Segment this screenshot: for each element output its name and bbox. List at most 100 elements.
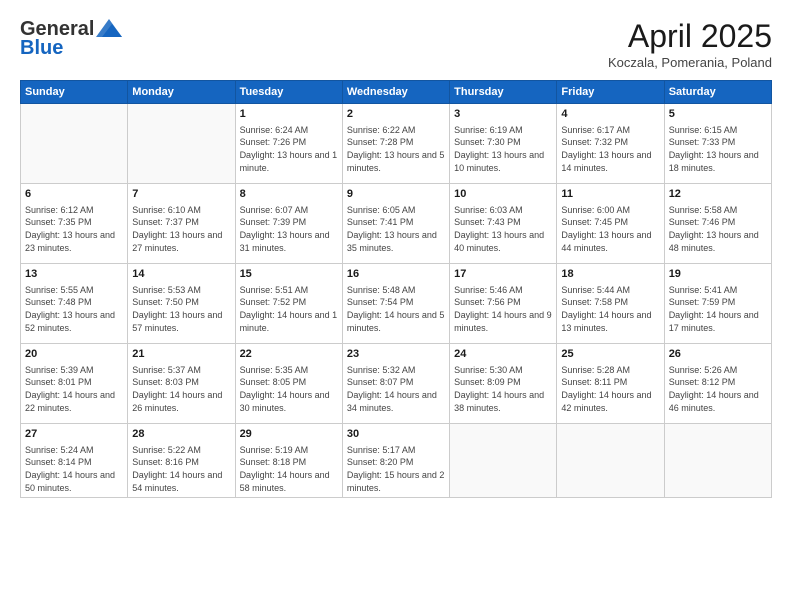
- table-row: 18 Sunrise: 5:44 AM Sunset: 7:58 PM Dayli…: [557, 264, 664, 344]
- day-number: 30: [347, 427, 445, 442]
- calendar-week-row: 6 Sunrise: 6:12 AM Sunset: 7:35 PM Daylig…: [21, 184, 772, 264]
- table-row: 16 Sunrise: 5:48 AM Sunset: 7:54 PM Dayli…: [342, 264, 449, 344]
- day-number: 26: [669, 347, 767, 362]
- table-row: 2Sunrise: 6:22 AM Sunset: 7:28 PM Daylig…: [342, 104, 449, 184]
- day-info: Sunrise: 5:17 AM Sunset: 8:20 PM Dayligh…: [347, 444, 445, 494]
- day-info: Sunrise: 5:26 AM Sunset: 8:12 PM Dayligh…: [669, 364, 767, 414]
- day-number: 20: [25, 347, 123, 362]
- table-row: 20 Sunrise: 5:39 AM Sunset: 8:01 PM Dayli…: [21, 344, 128, 424]
- table-row: 9 Sunrise: 6:05 AM Sunset: 7:41 PM Daylig…: [342, 184, 449, 264]
- table-row: 22Sunrise: 5:35 AM Sunset: 8:05 PM Dayli…: [235, 344, 342, 424]
- day-number: 15: [240, 267, 338, 282]
- day-number: 1: [240, 107, 338, 122]
- day-info: Sunrise: 5:24 AM Sunset: 8:14 PM Dayligh…: [25, 444, 123, 494]
- calendar-week-row: 13 Sunrise: 5:55 AM Sunset: 7:48 PM Dayli…: [21, 264, 772, 344]
- table-row: [21, 104, 128, 184]
- month-title: April 2025: [608, 18, 772, 55]
- day-info: Sunrise: 5:37 AM Sunset: 8:03 PM Dayligh…: [132, 364, 230, 414]
- day-number: 29: [240, 427, 338, 442]
- table-row: 30 Sunrise: 5:17 AM Sunset: 8:20 PM Dayli…: [342, 424, 449, 498]
- table-row: 23 Sunrise: 5:32 AM Sunset: 8:07 PM Dayli…: [342, 344, 449, 424]
- day-info: Sunrise: 5:48 AM Sunset: 7:54 PM Dayligh…: [347, 284, 445, 334]
- day-info: Sunrise: 5:39 AM Sunset: 8:01 PM Dayligh…: [25, 364, 123, 414]
- table-row: 24Sunrise: 5:30 AM Sunset: 8:09 PM Dayli…: [450, 344, 557, 424]
- day-number: 27: [25, 427, 123, 442]
- table-row: 12Sunrise: 5:58 AM Sunset: 7:46 PM Dayli…: [664, 184, 771, 264]
- day-info: Sunrise: 5:55 AM Sunset: 7:48 PM Dayligh…: [25, 284, 123, 334]
- day-number: 23: [347, 347, 445, 362]
- day-number: 25: [561, 347, 659, 362]
- table-row: 27 Sunrise: 5:24 AM Sunset: 8:14 PM Dayli…: [21, 424, 128, 498]
- day-number: 3: [454, 107, 552, 122]
- day-info: Sunrise: 5:19 AM Sunset: 8:18 PM Dayligh…: [240, 444, 338, 494]
- day-info: Sunrise: 6:19 AM Sunset: 7:30 PM Dayligh…: [454, 124, 552, 174]
- table-row: 26 Sunrise: 5:26 AM Sunset: 8:12 PM Dayli…: [664, 344, 771, 424]
- table-row: 28Sunrise: 5:22 AM Sunset: 8:16 PM Dayli…: [128, 424, 235, 498]
- table-row: 7 Sunrise: 6:10 AM Sunset: 7:37 PM Daylig…: [128, 184, 235, 264]
- day-number: 13: [25, 267, 123, 282]
- day-info: Sunrise: 6:15 AM Sunset: 7:33 PM Dayligh…: [669, 124, 767, 174]
- table-row: 5 Sunrise: 6:15 AM Sunset: 7:33 PM Daylig…: [664, 104, 771, 184]
- table-row: 11Sunrise: 6:00 AM Sunset: 7:45 PM Dayli…: [557, 184, 664, 264]
- header-saturday: Saturday: [664, 81, 771, 104]
- day-number: 8: [240, 187, 338, 202]
- day-number: 17: [454, 267, 552, 282]
- day-number: 21: [132, 347, 230, 362]
- day-info: Sunrise: 6:10 AM Sunset: 7:37 PM Dayligh…: [132, 204, 230, 254]
- header-thursday: Thursday: [450, 81, 557, 104]
- table-row: 10Sunrise: 6:03 AM Sunset: 7:43 PM Dayli…: [450, 184, 557, 264]
- table-row: 13 Sunrise: 5:55 AM Sunset: 7:48 PM Dayli…: [21, 264, 128, 344]
- table-row: [557, 424, 664, 498]
- day-number: 12: [669, 187, 767, 202]
- day-number: 19: [669, 267, 767, 282]
- table-row: 17Sunrise: 5:46 AM Sunset: 7:56 PM Dayli…: [450, 264, 557, 344]
- day-number: 7: [132, 187, 230, 202]
- day-info: Sunrise: 5:53 AM Sunset: 7:50 PM Dayligh…: [132, 284, 230, 334]
- header-monday: Monday: [128, 81, 235, 104]
- table-row: [128, 104, 235, 184]
- table-row: [450, 424, 557, 498]
- location: Koczala, Pomerania, Poland: [608, 55, 772, 70]
- day-number: 10: [454, 187, 552, 202]
- day-info: Sunrise: 5:44 AM Sunset: 7:58 PM Dayligh…: [561, 284, 659, 334]
- day-info: Sunrise: 5:51 AM Sunset: 7:52 PM Dayligh…: [240, 284, 338, 334]
- table-row: 3 Sunrise: 6:19 AM Sunset: 7:30 PM Daylig…: [450, 104, 557, 184]
- calendar-week-row: 1 Sunrise: 6:24 AM Sunset: 7:26 PM Daylig…: [21, 104, 772, 184]
- day-info: Sunrise: 6:00 AM Sunset: 7:45 PM Dayligh…: [561, 204, 659, 254]
- day-info: Sunrise: 6:22 AM Sunset: 7:28 PM Dayligh…: [347, 124, 445, 174]
- day-number: 16: [347, 267, 445, 282]
- day-info: Sunrise: 5:32 AM Sunset: 8:07 PM Dayligh…: [347, 364, 445, 414]
- table-row: 25 Sunrise: 5:28 AM Sunset: 8:11 PM Dayli…: [557, 344, 664, 424]
- day-number: 22: [240, 347, 338, 362]
- calendar-table: Sunday Monday Tuesday Wednesday Thursday…: [20, 80, 772, 498]
- calendar-week-row: 20 Sunrise: 5:39 AM Sunset: 8:01 PM Dayli…: [21, 344, 772, 424]
- day-number: 4: [561, 107, 659, 122]
- table-row: 14 Sunrise: 5:53 AM Sunset: 7:50 PM Dayli…: [128, 264, 235, 344]
- day-number: 18: [561, 267, 659, 282]
- header-wednesday: Wednesday: [342, 81, 449, 104]
- table-row: 1 Sunrise: 6:24 AM Sunset: 7:26 PM Daylig…: [235, 104, 342, 184]
- day-number: 6: [25, 187, 123, 202]
- day-info: Sunrise: 6:17 AM Sunset: 7:32 PM Dayligh…: [561, 124, 659, 174]
- calendar-header-row: Sunday Monday Tuesday Wednesday Thursday…: [21, 81, 772, 104]
- day-info: Sunrise: 5:28 AM Sunset: 8:11 PM Dayligh…: [561, 364, 659, 414]
- calendar-week-row: 27 Sunrise: 5:24 AM Sunset: 8:14 PM Dayli…: [21, 424, 772, 498]
- table-row: [664, 424, 771, 498]
- day-number: 14: [132, 267, 230, 282]
- day-number: 5: [669, 107, 767, 122]
- table-row: 6 Sunrise: 6:12 AM Sunset: 7:35 PM Daylig…: [21, 184, 128, 264]
- page-header: General Blue April 2025 Koczala, Pomeran…: [20, 18, 772, 70]
- table-row: 8 Sunrise: 6:07 AM Sunset: 7:39 PM Daylig…: [235, 184, 342, 264]
- table-row: 29 Sunrise: 5:19 AM Sunset: 8:18 PM Dayli…: [235, 424, 342, 498]
- day-info: Sunrise: 6:05 AM Sunset: 7:41 PM Dayligh…: [347, 204, 445, 254]
- logo-icon: [96, 19, 122, 37]
- table-row: 15 Sunrise: 5:51 AM Sunset: 7:52 PM Dayli…: [235, 264, 342, 344]
- day-number: 9: [347, 187, 445, 202]
- day-info: Sunrise: 6:24 AM Sunset: 7:26 PM Dayligh…: [240, 124, 338, 174]
- table-row: 19 Sunrise: 5:41 AM Sunset: 7:59 PM Dayli…: [664, 264, 771, 344]
- logo-blue: Blue: [20, 37, 63, 60]
- day-info: Sunrise: 6:07 AM Sunset: 7:39 PM Dayligh…: [240, 204, 338, 254]
- title-block: April 2025 Koczala, Pomerania, Poland: [608, 18, 772, 70]
- day-info: Sunrise: 5:41 AM Sunset: 7:59 PM Dayligh…: [669, 284, 767, 334]
- day-info: Sunrise: 6:12 AM Sunset: 7:35 PM Dayligh…: [25, 204, 123, 254]
